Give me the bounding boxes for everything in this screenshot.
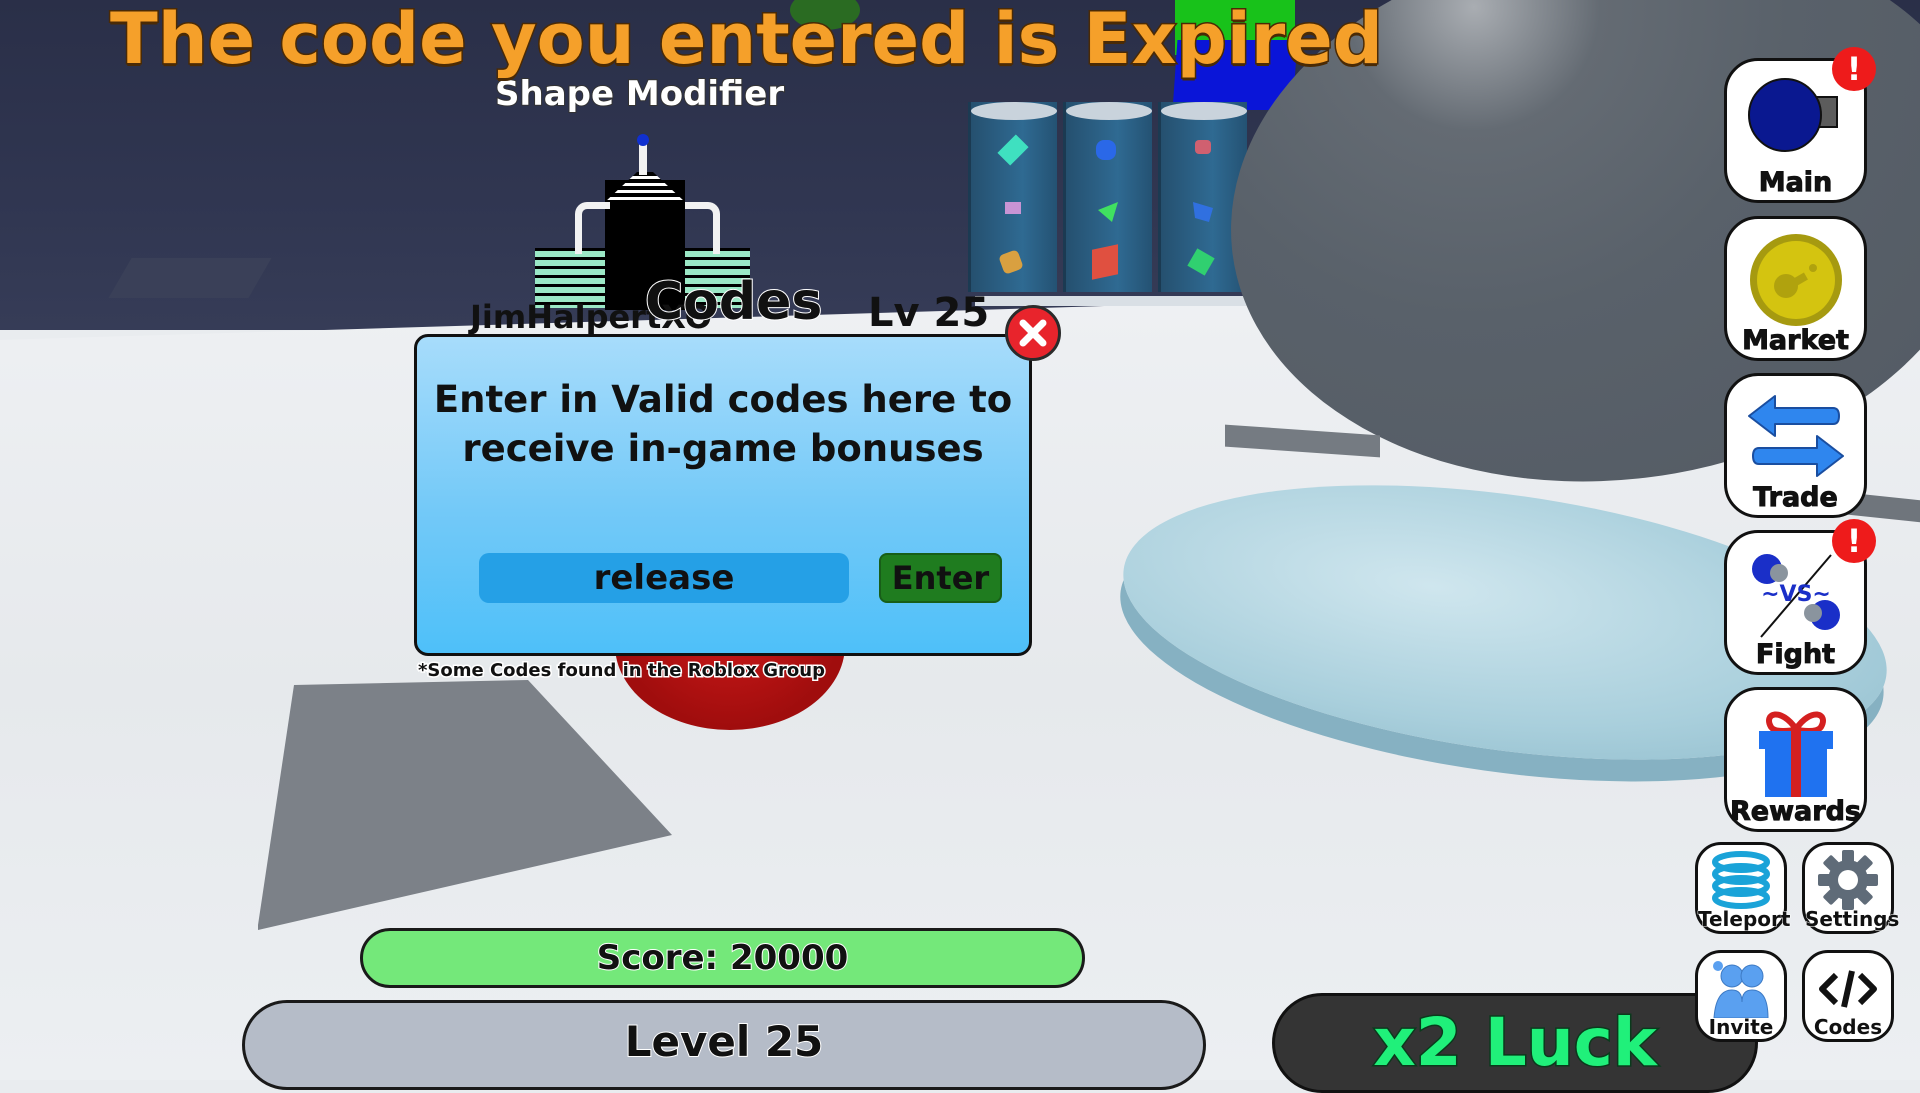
display-tube xyxy=(968,102,1057,292)
menu-button-trade[interactable]: Trade xyxy=(1724,373,1867,518)
score-value: Score: 20000 xyxy=(596,937,850,979)
menu-button-invite[interactable]: Invite xyxy=(1695,950,1787,1042)
codes-hint-note: *Some Codes found in the Roblox Group xyxy=(417,659,827,683)
enter-code-button[interactable]: Enter xyxy=(879,553,1002,603)
menu-label: Main xyxy=(1758,167,1833,199)
gift-icon xyxy=(1727,704,1864,797)
gear-icon xyxy=(1805,850,1891,910)
menu-label: Settings xyxy=(1805,907,1900,932)
code-expired-notification: The code you entered is Expired xyxy=(109,0,1385,82)
code-input[interactable] xyxy=(479,553,849,603)
menu-label: Invite xyxy=(1708,1015,1774,1040)
menu-button-teleport[interactable]: Teleport xyxy=(1695,842,1791,934)
luck-boost-bar: x2 Luck xyxy=(1272,993,1758,1093)
menu-button-settings[interactable]: Settings xyxy=(1802,842,1900,934)
level-bar: Level 25 xyxy=(242,1000,1206,1090)
menu-label: Codes xyxy=(1813,1015,1883,1040)
shape-display-tubes xyxy=(968,92,1258,302)
close-dialog-button[interactable] xyxy=(1005,305,1061,361)
alert-badge: ! xyxy=(1832,519,1876,563)
menu-label: Rewards xyxy=(1730,796,1862,828)
menu-label: Trade xyxy=(1753,482,1839,514)
svg-text:~VS~: ~VS~ xyxy=(1761,582,1831,607)
tube-base xyxy=(975,296,1265,306)
codes-description: Enter in Valid codes here to receive in-… xyxy=(433,378,1013,470)
alert-badge: ! xyxy=(1832,47,1876,91)
score-bar: Score: 20000 xyxy=(360,928,1085,988)
wall-seam xyxy=(108,258,272,298)
luck-boost-value: x2 Luck xyxy=(1372,1003,1659,1083)
code-brackets-icon xyxy=(1805,959,1891,1017)
codes-dialog: Enter in Valid codes here to receive in-… xyxy=(414,334,1032,656)
level-value: Level 25 xyxy=(624,1016,825,1067)
menu-button-codes[interactable]: Codes xyxy=(1802,950,1894,1042)
menu-label: Teleport xyxy=(1698,907,1791,932)
menu-button-fight[interactable]: ~VS~ Fight ! xyxy=(1724,519,1876,675)
menu-button-main[interactable]: Main ! xyxy=(1724,47,1876,203)
invite-people-icon xyxy=(1698,959,1784,1018)
close-x-icon xyxy=(1019,319,1047,347)
coin-icon xyxy=(1727,233,1864,326)
menu-label: Fight xyxy=(1755,639,1836,671)
menu-button-rewards[interactable]: Rewards xyxy=(1724,687,1867,832)
menu-button-market[interactable]: Market xyxy=(1724,216,1867,361)
teleport-rings-icon xyxy=(1698,851,1784,909)
menu-label: Market xyxy=(1742,325,1850,357)
swap-arrows-icon xyxy=(1727,390,1864,480)
area-label: Shape Modifier xyxy=(494,73,785,115)
display-tube xyxy=(1063,102,1152,292)
player-level-tag: Lv 25 xyxy=(868,290,990,336)
codes-dialog-title: Codes xyxy=(644,271,823,333)
